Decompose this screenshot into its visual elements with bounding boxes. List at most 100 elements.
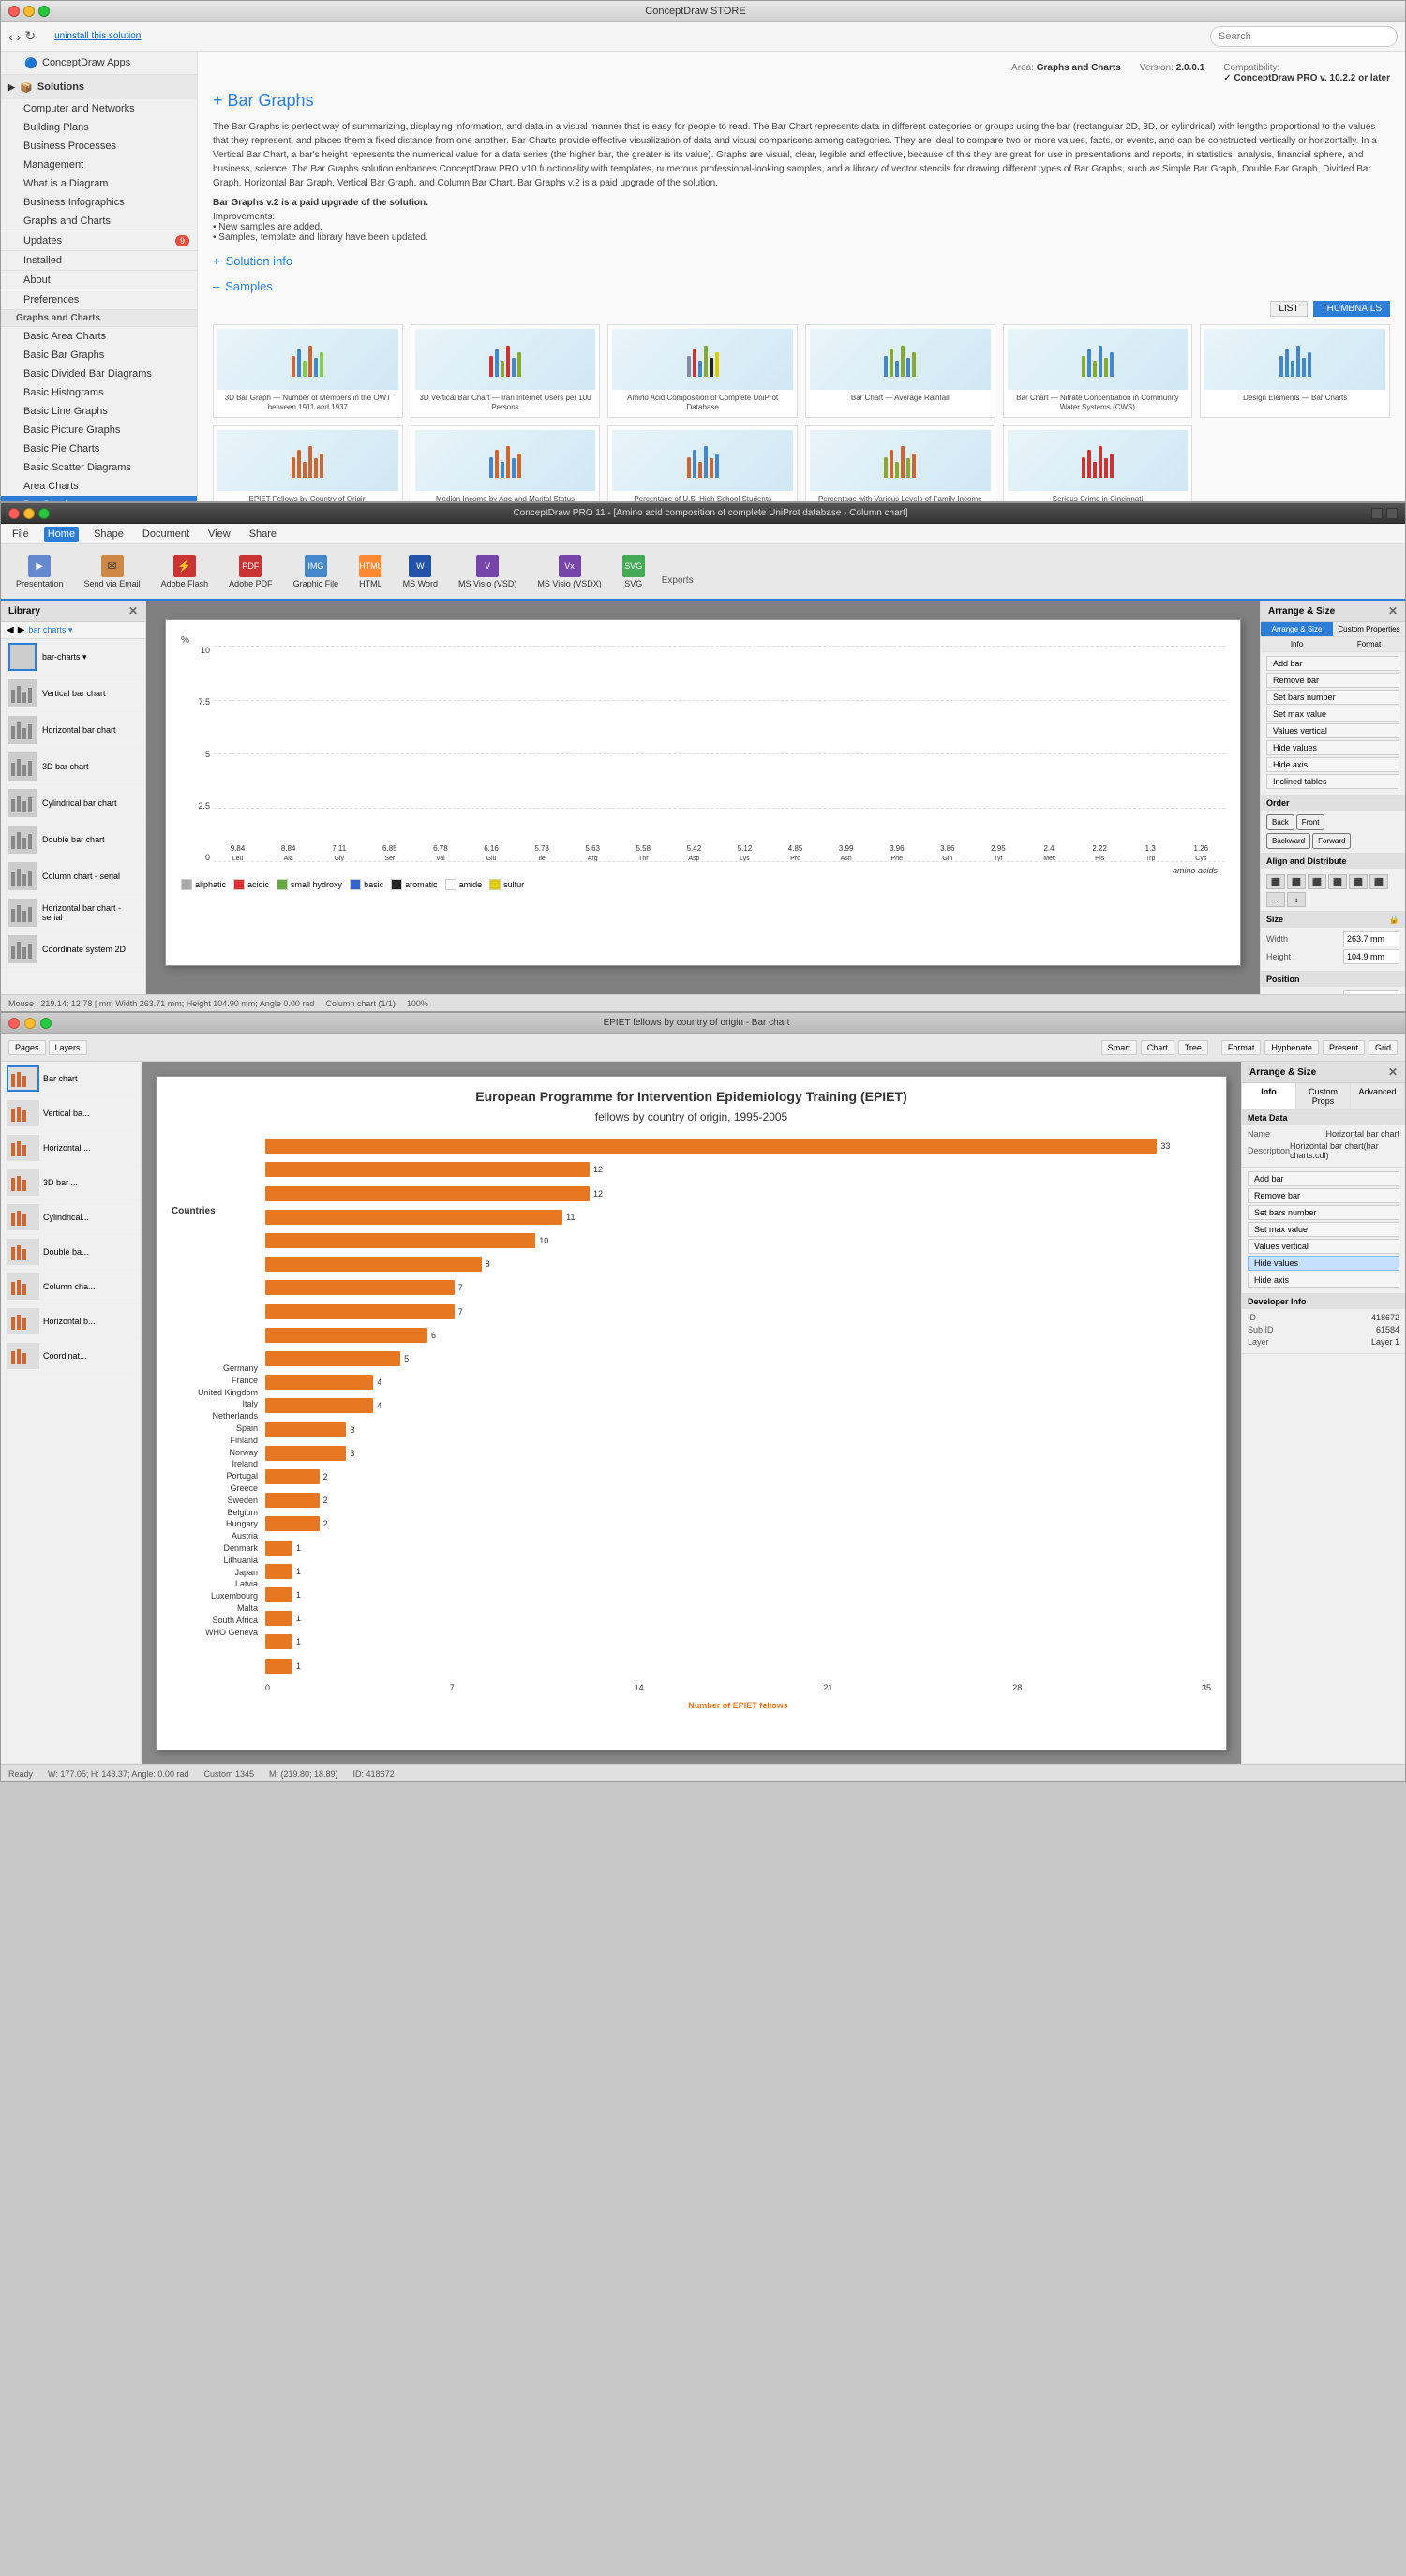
tab-format[interactable]: Format [1333, 637, 1405, 651]
menu-view[interactable]: View [204, 527, 234, 542]
sidebar-item-business-processes[interactable]: Business Processes [1, 137, 197, 156]
search-input[interactable] [1210, 26, 1398, 47]
sidebar-item-building-plans[interactable]: Building Plans [1, 118, 197, 137]
epiet-min-btn[interactable] [24, 1018, 36, 1029]
rpanel-order-header[interactable]: Order [1261, 796, 1405, 811]
epiet-close-btn[interactable] [8, 1018, 20, 1029]
lib-item-cylindrical[interactable]: Cylindrical bar chart [1, 785, 145, 822]
epiet-present-btn[interactable]: Present [1323, 1040, 1365, 1055]
align-top-btn[interactable]: ⬛ [1328, 874, 1347, 889]
sidebar-item-basic-pie[interactable]: Basic Pie Charts [1, 439, 197, 458]
order-back-btn[interactable]: Back [1266, 814, 1294, 830]
sidebar-item-installed[interactable]: Installed [1, 251, 197, 270]
tab-info[interactable]: Info [1261, 637, 1333, 651]
arrange-action-hide-axis[interactable]: Hide axis [1266, 757, 1399, 772]
tab-custom-props[interactable]: Custom Properties [1333, 622, 1405, 636]
ribbon-graphic[interactable]: IMG Graphic File [286, 551, 347, 592]
sample-card-s5[interactable]: Bar Chart — Nitrate Concentration in Com… [1003, 324, 1193, 418]
sidebar-item-basic-scatter[interactable]: Basic Scatter Diagrams [1, 458, 197, 477]
ribbon-pdf[interactable]: PDF Adobe PDF [221, 551, 280, 592]
epiet-action-remove-bar[interactable]: Remove bar [1248, 1188, 1399, 1203]
align-middle-btn[interactable]: ⬛ [1349, 874, 1368, 889]
sidebar-item-about[interactable]: About [1, 271, 197, 290]
epiet-dev-header[interactable]: Developer Info [1242, 1294, 1405, 1309]
minimize-btn[interactable] [23, 6, 35, 17]
align-bottom-btn[interactable]: ⬛ [1369, 874, 1388, 889]
menu-document[interactable]: Document [139, 527, 193, 542]
sidebar-item-basic-bar[interactable]: Basic Bar Graphs [1, 346, 197, 365]
ribbon-presentation[interactable]: ▶ Presentation [8, 551, 71, 592]
epiet-lib-item-bar-chart[interactable]: Bar chart [1, 1062, 141, 1096]
sample-card-s2[interactable]: 3D Vertical Bar Chart — Iran Internet Us… [411, 324, 601, 418]
sidebar-item-bar-graphs[interactable]: Bar Graphs [1, 496, 197, 501]
align-center-btn[interactable]: ⬛ [1287, 874, 1306, 889]
epiet-tree-btn[interactable]: Tree [1178, 1040, 1208, 1055]
epiet-smart-btn[interactable]: Smart [1101, 1040, 1137, 1055]
epiet-lib-item-column-chart[interactable]: Column cha... [1, 1270, 141, 1304]
epiet-action-values-vertical[interactable]: Values vertical [1248, 1239, 1399, 1254]
maximize-btn[interactable] [38, 6, 50, 17]
epiet-action-hide-axis[interactable]: Hide axis [1248, 1273, 1399, 1288]
arrange-action-values-vertical[interactable]: Values vertical [1266, 723, 1399, 738]
sidebar-item-updates[interactable]: Updates 9 [1, 231, 197, 250]
menu-shape[interactable]: Shape [90, 527, 127, 542]
menu-share[interactable]: Share [246, 527, 280, 542]
epiet-lib-item-horizontal-bar[interactable]: Horizontal ... [1, 1131, 141, 1166]
sample-card-s11[interactable]: Serious Crime in Cincinnati [1003, 425, 1193, 501]
epiet-max-btn[interactable] [40, 1018, 52, 1029]
rpanel-size-header[interactable]: Size 🔒 [1261, 912, 1405, 928]
epiet-lib-item-coordinate[interactable]: Coordinat... [1, 1339, 141, 1374]
sidebar-item-basic-area[interactable]: Basic Area Charts [1, 327, 197, 346]
ribbon-html[interactable]: HTML HTML [352, 551, 390, 592]
ribbon-svg[interactable]: SVG SVG [615, 551, 652, 592]
sidebar-item-basic-picture[interactable]: Basic Picture Graphs [1, 421, 197, 439]
sidebar-item-basic-histograms[interactable]: Basic Histograms [1, 383, 197, 402]
epiet-meta-header[interactable]: Meta Data [1242, 1110, 1405, 1125]
distribute-h-btn[interactable]: ↔ [1266, 892, 1285, 907]
tab-arrange[interactable]: Arrange & Size [1261, 622, 1333, 636]
epiet-grid-btn[interactable]: Grid [1369, 1040, 1398, 1055]
lib-item-3d-bar[interactable]: 3D bar chart [1, 749, 145, 785]
arrange-action-set-max-value[interactable]: Set max value [1266, 707, 1399, 722]
arrange-action-remove-bar[interactable]: Remove bar [1266, 673, 1399, 688]
ribbon-visio-vsdx[interactable]: Vx MS Visio (VSDX) [530, 551, 608, 592]
sidebar-item-preferences[interactable]: Preferences [1, 290, 197, 309]
library-close[interactable]: ✕ [128, 604, 138, 618]
arrange-action-hide-values[interactable]: Hide values [1266, 740, 1399, 755]
solutions-header[interactable]: ▶ 📦 Solutions [1, 75, 197, 99]
align-right-btn[interactable]: ⬛ [1308, 874, 1326, 889]
arrange-close[interactable]: ✕ [1388, 604, 1398, 618]
window-controls[interactable] [8, 6, 50, 17]
epiet-action-hide-values[interactable]: Hide values [1248, 1256, 1399, 1271]
epiet-chart-btn[interactable]: Chart [1141, 1040, 1174, 1055]
epiet-lib-item-cylindrical[interactable]: Cylindrical... [1, 1200, 141, 1235]
lib-item-coord-system[interactable]: Coordinate system 2D [1, 931, 145, 968]
sidebar-item-management[interactable]: Management [1, 156, 197, 174]
solution-info-header[interactable]: + Solution info [213, 254, 1390, 268]
rpanel-position-header[interactable]: Position [1261, 972, 1405, 987]
sidebar-item-graphs-charts[interactable]: Graphs and Charts [1, 212, 197, 231]
sample-card-s3[interactable]: Amino Acid Composition of Complete UniPr… [607, 324, 798, 418]
epiet-action-add-bar[interactable]: Add bar [1248, 1171, 1399, 1186]
epiet-action-set-bars-number[interactable]: Set bars number [1248, 1205, 1399, 1220]
ribbon-email[interactable]: ✉ Send via Email [77, 551, 148, 592]
back-btn[interactable]: ‹ [8, 28, 13, 44]
lib-item-vertical-bar[interactable]: Vertical bar chart [1, 676, 145, 712]
sample-card-s8[interactable]: Median Income by Age and Marital Status [411, 425, 601, 501]
sidebar-item-business-infographics[interactable]: Business Infographics [1, 193, 197, 212]
refresh-btn[interactable]: ↻ [24, 28, 36, 44]
sidebar-item-apps[interactable]: 🔵 ConceptDraw Apps [1, 52, 197, 74]
lib-item-bar-charts[interactable]: bar-charts ▾ [1, 639, 145, 676]
epiet-format-btn[interactable]: Format [1221, 1040, 1262, 1055]
pro-window-controls[interactable] [8, 508, 50, 519]
thumbnails-view-btn[interactable]: THUMBNAILS [1313, 301, 1390, 317]
epiet-action-set-max-value[interactable]: Set max value [1248, 1222, 1399, 1237]
epiet-tool-layers[interactable]: Layers [49, 1040, 87, 1055]
lib-item-double[interactable]: Double bar chart [1, 822, 145, 858]
ribbon-visio-vsd[interactable]: V MS Visio (VSD) [451, 551, 524, 592]
uninstall-link[interactable]: uninstall this solution [54, 31, 141, 41]
sidebar-item-area-charts[interactable]: Area Charts [1, 477, 197, 496]
rpanel-align-header[interactable]: Align and Distribute [1261, 854, 1405, 869]
lib-item-horizontal-bar[interactable]: Horizontal bar chart [1, 712, 145, 749]
pro-close-btn[interactable] [8, 508, 20, 519]
